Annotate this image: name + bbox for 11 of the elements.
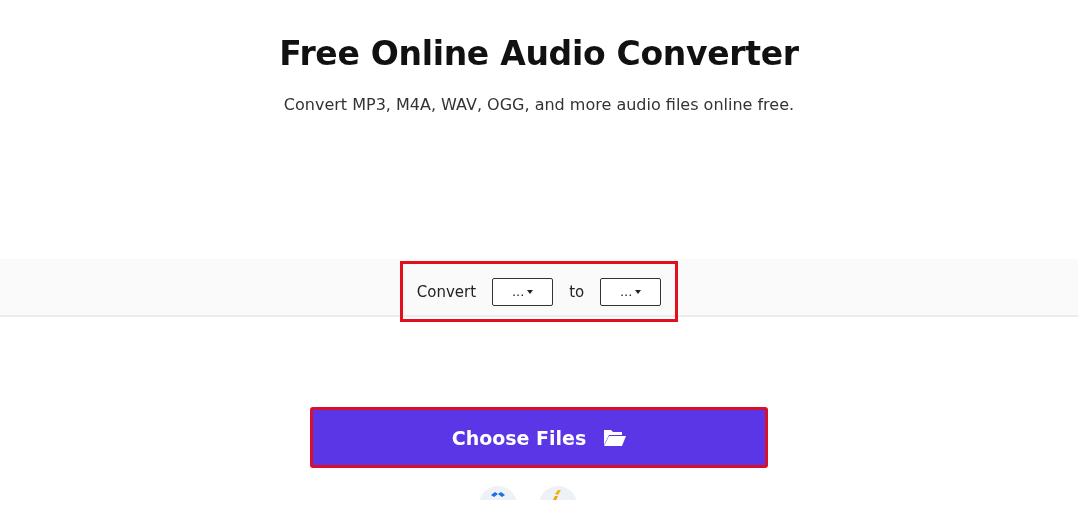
page-title: Free Online Audio Converter: [279, 34, 799, 73]
to-label: to: [569, 282, 585, 301]
page-subtitle: Convert MP3, M4A, WAV, OGG, and more audio files online free.: [283, 95, 795, 114]
convert-label: Convert: [416, 282, 477, 301]
choose-files-button[interactable]: Choose Files: [310, 407, 768, 468]
format-dropdown[interactable]: ...: [492, 277, 554, 306]
cloud-storage-icon[interactable]: [479, 486, 517, 500]
caret-icon: [635, 289, 642, 294]
caret-icon: [527, 289, 534, 294]
folder-icon: [604, 428, 627, 447]
format-dropdown[interactable]: ...: [600, 277, 662, 306]
